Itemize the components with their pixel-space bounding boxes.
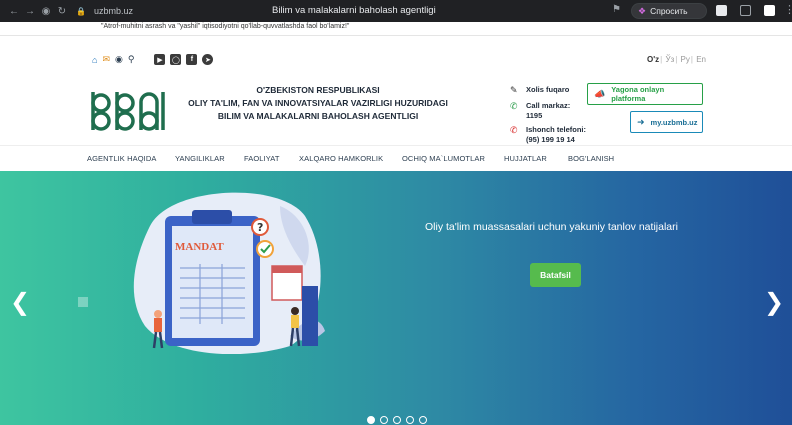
- slide-dot[interactable]: [380, 416, 388, 424]
- eye-icon[interactable]: ◉: [115, 54, 123, 65]
- reload-icon[interactable]: ↻: [54, 3, 70, 19]
- details-button[interactable]: Batafsil: [530, 263, 581, 287]
- agency-logo[interactable]: [89, 88, 166, 134]
- search-icon[interactable]: ⚲: [128, 54, 135, 65]
- forward-icon[interactable]: →: [22, 3, 38, 19]
- nav-agentlik-haqida[interactable]: AGENTLIK HAQIDA: [87, 154, 156, 163]
- youtube-icon[interactable]: ▶: [154, 54, 166, 65]
- org-line: O'ZBEKISTON RESPUBLIKASI: [256, 85, 380, 95]
- hero-slider: ❮ ? MANDAT Oliy ta'lim muassasalari uchu…: [0, 171, 792, 425]
- organization-name: O'ZBEKISTON RESPUBLIKASI OLIY TA'LIM, FA…: [178, 84, 458, 123]
- edit-icon: ✎: [510, 85, 518, 95]
- sign-in-icon: ➜: [637, 116, 645, 127]
- platform-button-label: Yagona onlayn platforma: [611, 85, 665, 103]
- login-button[interactable]: ➜ my.uzbmb.uz: [630, 111, 703, 133]
- lang-uz-latin[interactable]: O'z: [647, 55, 659, 64]
- slider-prev-icon[interactable]: ❮: [10, 291, 30, 315]
- ask-label: Спросить: [650, 6, 688, 16]
- nav-boglanish[interactable]: BOG'LANISH: [568, 154, 614, 163]
- nav-hujjatlar[interactable]: HUJJATLAR: [504, 154, 547, 163]
- address-url: uzbmb.uz: [93, 6, 133, 16]
- browser-toolbar: ← → ◉ ↻ 🔒 uzbmb.uz Bilim va malakalarni …: [0, 0, 792, 22]
- contacts-block: ✎ Xolis fuqaro ✆ Call markaz: 1195 ✆ Ish…: [510, 85, 586, 149]
- utility-icons: ⌂ ✉ ◉ ⚲ ▶ ◯ f ➤: [92, 54, 214, 65]
- megaphone-icon: 📣: [594, 88, 606, 99]
- facebook-icon[interactable]: f: [186, 54, 198, 65]
- home-icon[interactable]: ⌂: [92, 55, 97, 65]
- platform-button[interactable]: 📣 Yagona onlayn platforma: [587, 83, 703, 105]
- language-switcher: O'z| Ўз| Ру| En: [647, 55, 706, 64]
- call-center-number[interactable]: 1195: [526, 111, 542, 120]
- shield-icon[interactable]: ◉: [38, 3, 54, 19]
- slogan-bar: "Atrof-muhitni asrash va "yashil" iqtiso…: [0, 22, 792, 34]
- nav-faoliyat[interactable]: FAOLIYAT: [244, 154, 280, 163]
- call-center: ✆ Call markaz: 1195: [510, 101, 586, 120]
- mandate-label: MANDAT: [175, 241, 224, 253]
- slide-marker: [78, 297, 88, 307]
- nav-ochiq-malumotlar[interactable]: OCHIQ MA`LUMOTLAR: [402, 154, 485, 163]
- trust-phone: ✆ Ishonch telefoni: (95) 199 19 14: [510, 125, 586, 144]
- download-icon[interactable]: [764, 5, 775, 16]
- svg-text:?: ?: [257, 221, 263, 234]
- lock-icon: 🔒: [76, 6, 86, 16]
- main-nav: AGENTLIK HAQIDA YANGILIKLAR FAOLIYAT XAL…: [0, 146, 792, 171]
- address-bar[interactable]: 🔒 uzbmb.uz: [76, 6, 133, 16]
- org-line: BILIM VA MALAKALARNI BAHOLASH AGENTLIGI: [217, 111, 419, 121]
- slide-dot[interactable]: [406, 416, 414, 424]
- slogan-text: "Atrof-muhitni asrash va "yashil" iqtiso…: [101, 23, 350, 30]
- trust-phone-number[interactable]: (95) 199 19 14: [526, 135, 575, 144]
- slide-dot[interactable]: [393, 416, 401, 424]
- slider-dots: [367, 416, 427, 424]
- instagram-icon[interactable]: ◯: [170, 54, 182, 65]
- org-line: OLIY TA'LIM, FAN VA INNOVATSIYALAR VAZIR…: [188, 98, 448, 108]
- ask-icon: ❖: [638, 5, 647, 16]
- phone-icon: ✆: [510, 125, 518, 135]
- nav-xalqaro-hamkorlik[interactable]: XALQARO HAMKORLIK: [299, 154, 383, 163]
- extension-puzzle-icon[interactable]: [740, 5, 751, 16]
- bookmark-icon[interactable]: ⚑: [612, 4, 621, 15]
- trust-phone-label: Ishonch telefoni:: [526, 125, 586, 134]
- ask-button[interactable]: ❖ Спросить: [631, 3, 707, 19]
- mandate-illustration: ?: [133, 192, 325, 354]
- back-icon[interactable]: ←: [6, 3, 22, 19]
- slide-caption: Oliy ta'lim muassasalari uchun yakuniy t…: [425, 221, 678, 233]
- lang-en[interactable]: En: [696, 55, 706, 64]
- lang-ru[interactable]: Ру: [681, 55, 690, 64]
- phone-icon: ✆: [510, 101, 518, 111]
- xolis-fuqaro-link[interactable]: ✎ Xolis fuqaro: [510, 85, 586, 96]
- slide-dot[interactable]: [419, 416, 427, 424]
- lang-uz-cyrillic[interactable]: Ўз: [665, 55, 674, 64]
- browser-menu-icon[interactable]: ⋮: [784, 3, 792, 16]
- divider: [0, 35, 792, 36]
- telegram-icon[interactable]: ➤: [202, 54, 214, 65]
- extension-icon[interactable]: [716, 5, 727, 16]
- slider-next-icon[interactable]: ❯: [764, 291, 784, 315]
- tab-title: Bilim va malakalarni baholash agentligi: [272, 5, 436, 16]
- call-center-label: Call markaz:: [526, 101, 571, 110]
- nav-yangiliklar[interactable]: YANGILIKLAR: [175, 154, 225, 163]
- mail-icon[interactable]: ✉: [102, 54, 110, 65]
- slide-dot[interactable]: [367, 416, 375, 424]
- login-button-label: my.uzbmb.uz: [650, 117, 698, 127]
